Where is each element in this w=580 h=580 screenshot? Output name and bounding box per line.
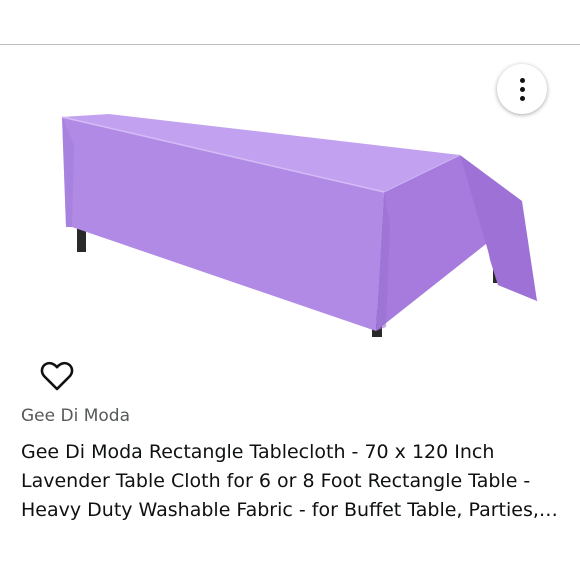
product-title[interactable]: Gee Di Moda Rectangle Tablecloth - 70 x … [21,438,561,525]
more-options-button[interactable] [497,64,547,114]
heart-outline-icon [40,361,74,391]
kebab-menu-icon [519,77,525,101]
product-image[interactable] [40,105,550,405]
wishlist-button[interactable] [38,358,76,394]
product-card: Gee Di Moda Gee Di Moda Rectangle Tablec… [0,45,580,580]
brand-name: Gee Di Moda [21,406,130,426]
